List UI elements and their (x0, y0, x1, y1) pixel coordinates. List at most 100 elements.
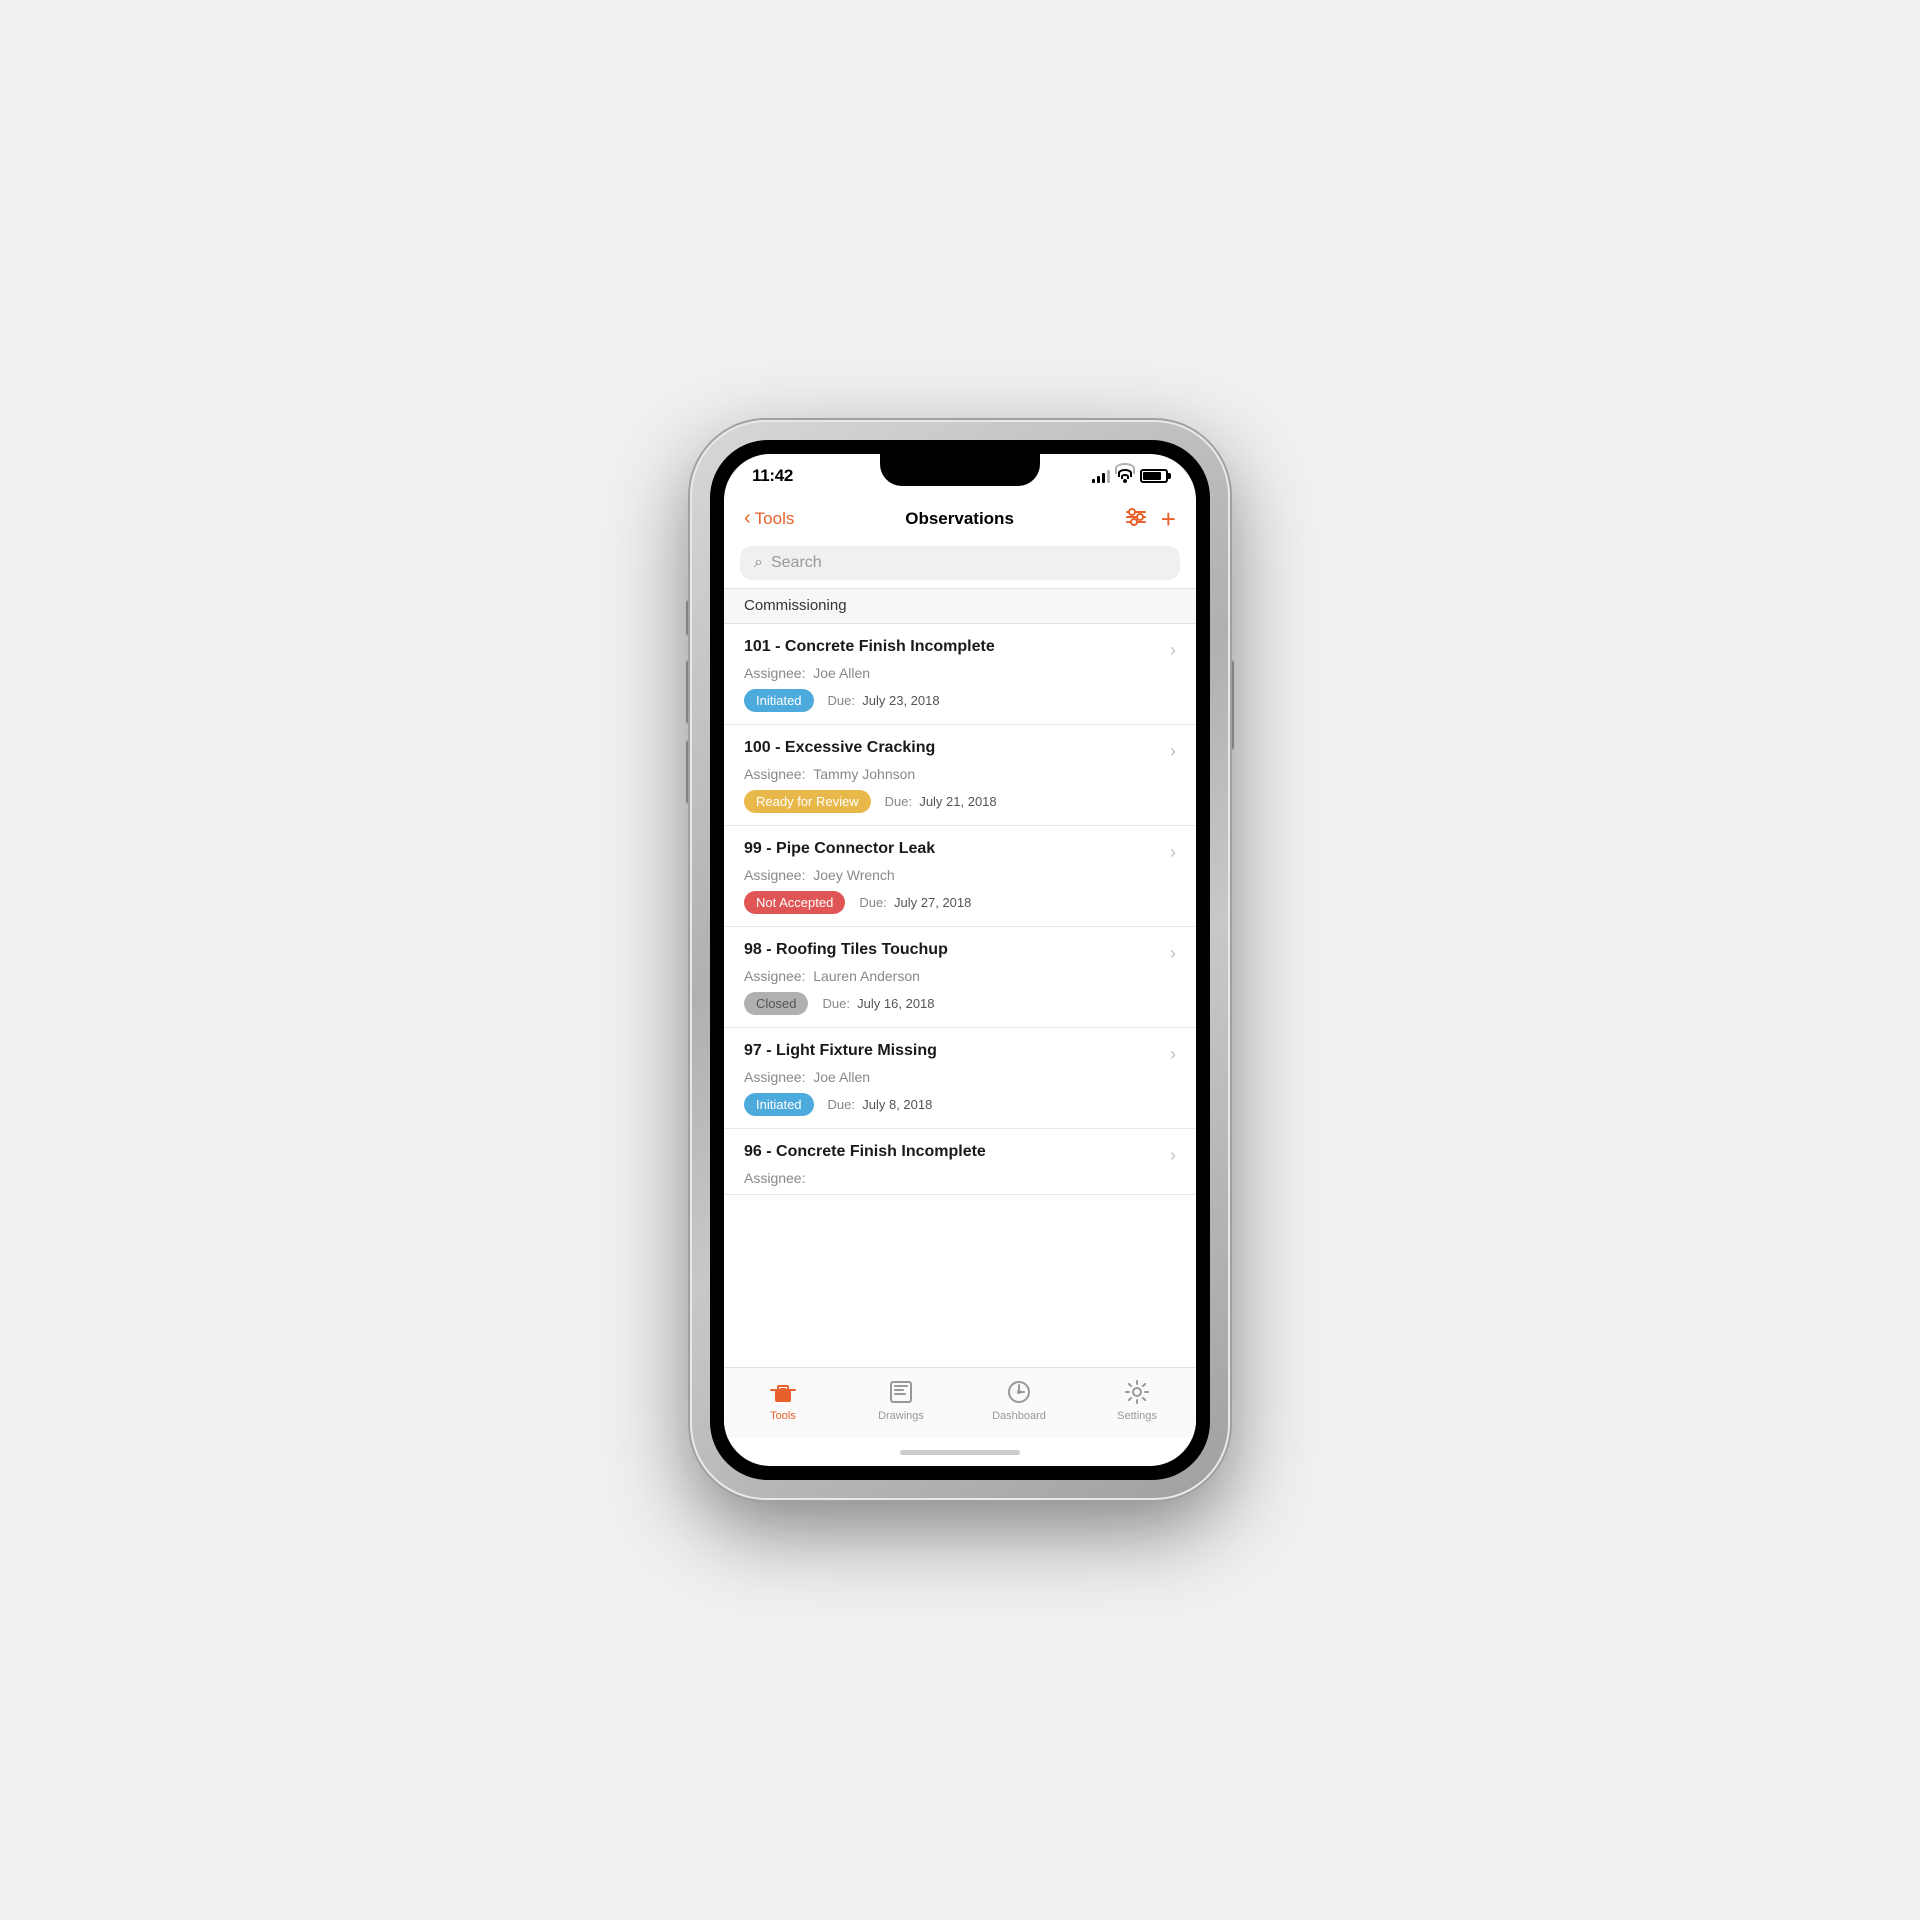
back-label: Tools (755, 509, 795, 529)
back-button[interactable]: ‹ Tools (744, 508, 794, 530)
tab-settings[interactable]: Settings (1102, 1378, 1172, 1422)
chevron-right-icon: › (1170, 741, 1176, 762)
observation-item-100[interactable]: 100 - Excessive Cracking › Assignee: Tam… (724, 725, 1196, 826)
obs-title: 100 - Excessive Cracking (744, 739, 1170, 757)
chevron-right-icon: › (1170, 842, 1176, 863)
status-badge: Initiated (744, 689, 814, 712)
assignee-label: Assignee: (744, 968, 805, 984)
search-placeholder: Search (771, 554, 822, 572)
status-badge: Closed (744, 992, 808, 1015)
status-badge: Not Accepted (744, 891, 845, 914)
phone-screen: 11:42 ‹ (724, 454, 1196, 1466)
due-date: July 8, 2018 (862, 1097, 932, 1112)
home-indicator (724, 1438, 1196, 1466)
signal-icon (1092, 469, 1110, 483)
assignee-label: Assignee: (744, 867, 805, 883)
obs-footer: Ready for Review Due: July 21, 2018 (744, 790, 1176, 813)
assignee-name: Tammy Johnson (813, 766, 915, 782)
assignee-name: Joe Allen (813, 1069, 870, 1085)
due-label: Due: (822, 996, 849, 1011)
obs-item-header: 99 - Pipe Connector Leak › (744, 840, 1176, 863)
navigation-bar: ‹ Tools Observations (724, 498, 1196, 542)
nav-actions: + (1125, 506, 1176, 532)
tab-drawings-label: Drawings (878, 1410, 924, 1422)
obs-assignee: Assignee: Joe Allen (744, 665, 1176, 681)
add-button[interactable]: + (1161, 506, 1176, 532)
obs-assignee: Assignee: Lauren Anderson (744, 968, 1176, 984)
observation-item-96[interactable]: 96 - Concrete Finish Incomplete › Assign… (724, 1129, 1196, 1195)
obs-footer: Closed Due: July 16, 2018 (744, 992, 1176, 1015)
tab-bar: Tools Drawings (724, 1367, 1196, 1438)
tab-tools[interactable]: Tools (748, 1378, 818, 1422)
phone-screen-container: 11:42 ‹ (710, 440, 1210, 1480)
due-label: Due: (885, 794, 912, 809)
battery-fill (1143, 472, 1161, 480)
due-label: Due: (828, 1097, 855, 1112)
assignee-name: Lauren Anderson (813, 968, 920, 984)
observation-item-99[interactable]: 99 - Pipe Connector Leak › Assignee: Joe… (724, 826, 1196, 927)
obs-item-header: 101 - Concrete Finish Incomplete › (744, 638, 1176, 661)
search-bar[interactable]: ⌕ Search (740, 546, 1180, 580)
tab-settings-label: Settings (1117, 1410, 1157, 1422)
observation-item-98[interactable]: 98 - Roofing Tiles Touchup › Assignee: L… (724, 927, 1196, 1028)
drawings-icon (887, 1378, 915, 1406)
notch (880, 454, 1040, 486)
assignee-name: Joey Wrench (813, 867, 894, 883)
obs-assignee: Assignee: Joe Allen (744, 1069, 1176, 1085)
obs-item-header: 97 - Light Fixture Missing › (744, 1042, 1176, 1065)
filter-button[interactable] (1125, 508, 1147, 531)
obs-title: 96 - Concrete Finish Incomplete (744, 1143, 1170, 1161)
chevron-right-icon: › (1170, 640, 1176, 661)
section-header-label: Commissioning (744, 597, 847, 614)
due-label: Due: (828, 693, 855, 708)
due-date: July 27, 2018 (894, 895, 971, 910)
sliders-icon (1125, 508, 1147, 526)
settings-icon (1123, 1378, 1151, 1406)
due-date: July 16, 2018 (857, 996, 934, 1011)
nav-title: Observations (905, 509, 1014, 529)
tab-dashboard[interactable]: Dashboard (984, 1378, 1054, 1422)
status-badge: Ready for Review (744, 790, 871, 813)
due-date: July 21, 2018 (919, 794, 996, 809)
status-icons (1092, 469, 1168, 483)
observation-item-101[interactable]: 101 - Concrete Finish Incomplete › Assig… (724, 624, 1196, 725)
assignee-name: Joe Allen (813, 665, 870, 681)
tab-drawings[interactable]: Drawings (866, 1378, 936, 1422)
obs-due: Due: July 27, 2018 (859, 895, 971, 910)
obs-due: Due: July 21, 2018 (885, 794, 997, 809)
section-header: Commissioning (724, 588, 1196, 624)
obs-footer: Initiated Due: July 8, 2018 (744, 1093, 1176, 1116)
observations-list: 101 - Concrete Finish Incomplete › Assig… (724, 624, 1196, 1367)
tab-dashboard-label: Dashboard (992, 1410, 1046, 1422)
obs-assignee: Assignee: Tammy Johnson (744, 766, 1176, 782)
obs-item-header: 98 - Roofing Tiles Touchup › (744, 941, 1176, 964)
obs-assignee: Assignee: (744, 1170, 1176, 1186)
assignee-label: Assignee: (744, 1170, 805, 1186)
obs-due: Due: July 16, 2018 (822, 996, 934, 1011)
assignee-label: Assignee: (744, 1069, 805, 1085)
obs-item-header: 96 - Concrete Finish Incomplete › (744, 1143, 1176, 1166)
obs-item-header: 100 - Excessive Cracking › (744, 739, 1176, 762)
search-icon: ⌕ (754, 554, 763, 572)
assignee-label: Assignee: (744, 766, 805, 782)
phone-device: 11:42 ‹ (690, 420, 1230, 1500)
assignee-label: Assignee: (744, 665, 805, 681)
status-badge: Initiated (744, 1093, 814, 1116)
dashboard-icon (1005, 1378, 1033, 1406)
obs-title: 98 - Roofing Tiles Touchup (744, 941, 1170, 959)
obs-footer: Initiated Due: July 23, 2018 (744, 689, 1176, 712)
due-date: July 23, 2018 (862, 693, 939, 708)
tab-tools-label: Tools (770, 1410, 796, 1422)
observation-item-97[interactable]: 97 - Light Fixture Missing › Assignee: J… (724, 1028, 1196, 1129)
status-time: 11:42 (752, 466, 793, 486)
chevron-right-icon: › (1170, 1044, 1176, 1065)
obs-assignee: Assignee: Joey Wrench (744, 867, 1176, 883)
wifi-icon (1116, 469, 1134, 483)
toolbox-icon (769, 1378, 797, 1406)
obs-due: Due: July 8, 2018 (828, 1097, 933, 1112)
chevron-right-icon: › (1170, 1145, 1176, 1166)
obs-title: 101 - Concrete Finish Incomplete (744, 638, 1170, 656)
due-label: Due: (859, 895, 886, 910)
obs-due: Due: July 23, 2018 (828, 693, 940, 708)
home-bar (900, 1450, 1020, 1455)
